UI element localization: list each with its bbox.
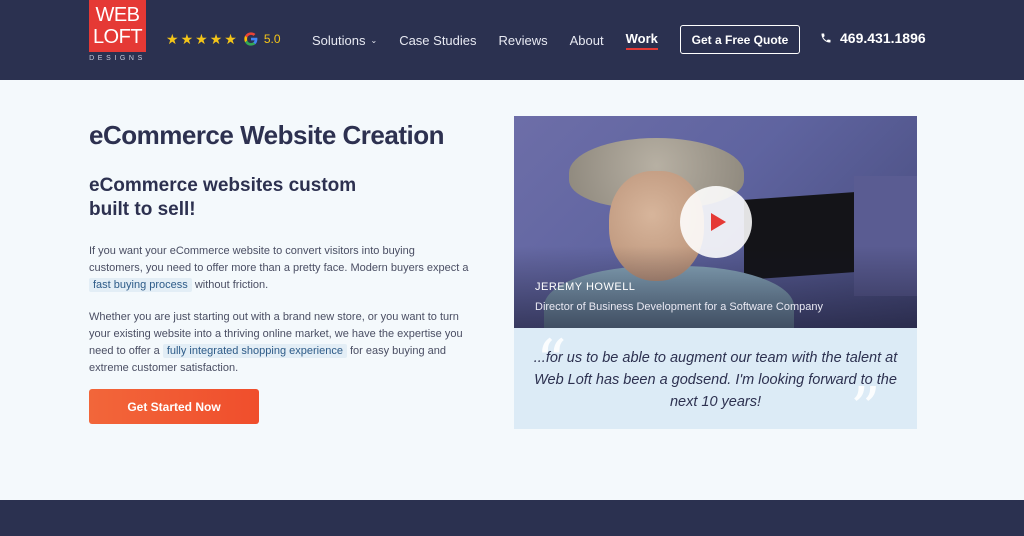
phone-number: 469.431.1896 [840, 30, 926, 46]
nav-case-studies[interactable]: Case Studies [399, 33, 476, 48]
star-icon: ★ [209, 31, 223, 47]
phone-link[interactable]: 469.431.1896 [820, 30, 926, 46]
footer-band [0, 500, 1024, 536]
free-quote-button[interactable]: Get a Free Quote [680, 25, 800, 54]
highlight-fast-buying: fast buying process [89, 278, 192, 292]
chevron-down-icon: ⌄ [370, 36, 378, 45]
play-icon [711, 213, 726, 231]
play-button[interactable] [680, 186, 752, 258]
google-rating: ★ ★ ★ ★ ★ 5.0 [166, 31, 281, 47]
star-icon: ★ [180, 31, 194, 47]
page-title: eCommerce Website Creation [89, 120, 444, 150]
nav-about[interactable]: About [570, 33, 604, 48]
testimonial-video[interactable]: JEREMY HOWELL Director of Business Devel… [514, 116, 917, 328]
google-icon [244, 32, 258, 46]
testimonial-name: JEREMY HOWELL [535, 281, 636, 293]
logo-subtitle: DESIGNS [89, 55, 146, 62]
paragraph-text: without friction. [191, 279, 269, 291]
main-nav: Solutions ⌄ Case Studies Reviews About Wo… [312, 31, 680, 50]
nav-solutions[interactable]: Solutions ⌄ [312, 33, 377, 48]
star-icon: ★ [195, 31, 208, 47]
site-header: WEB LOFT DESIGNS ★ ★ ★ ★ ★ 5.0 Solutions… [0, 0, 1024, 80]
phone-icon [821, 33, 831, 43]
star-icon: ★ [224, 31, 237, 47]
nav-label: Solutions [312, 33, 366, 48]
page-subtitle: eCommerce websites custom built to sell! [89, 175, 357, 220]
rating-value: 5.0 [263, 32, 281, 46]
logo-line-2: LOFT [92, 26, 143, 48]
get-started-button[interactable]: Get Started Now [89, 389, 259, 424]
intro-paragraph: If you want your eCommerce website to co… [89, 243, 469, 294]
testimonial-quote: ...for us to be able to augment our team… [533, 350, 898, 410]
nav-work[interactable]: Work [625, 31, 658, 50]
logo-line-1: WEB [95, 4, 140, 26]
paragraph-text: If you want your eCommerce website to co… [89, 245, 469, 274]
testimonial-quote-card: “ ” ...for us to be able to augment our … [514, 328, 917, 440]
logo-mark: WEB LOFT [89, 0, 146, 52]
nav-reviews[interactable]: Reviews [499, 33, 548, 48]
expertise-paragraph: Whether you are just starting out with a… [89, 309, 469, 377]
logo[interactable]: WEB LOFT DESIGNS [89, 0, 146, 64]
testimonial-role: Director of Business Development for a S… [535, 301, 823, 313]
highlight-shopping-experience: fully integrated shopping experience [162, 344, 347, 358]
star-icon: ★ [166, 31, 179, 47]
